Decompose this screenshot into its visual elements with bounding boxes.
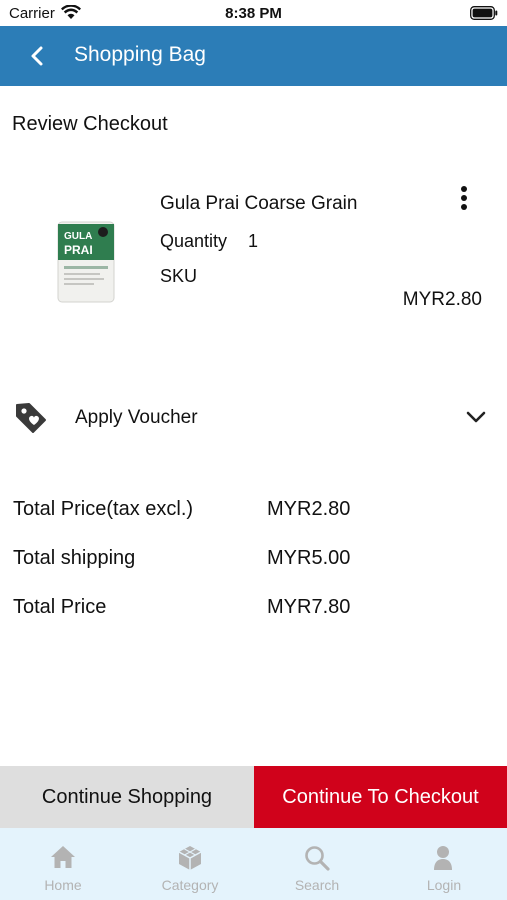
apply-voucher-row[interactable]: Apply Voucher [0,392,507,444]
summary-label: Total Price [13,596,107,618]
tab-category[interactable]: Category [127,828,253,900]
header-bar: Shopping Bag [0,26,507,86]
page-title: Shopping Bag [74,43,206,66]
item-menu-button[interactable] [452,181,476,217]
more-vertical-icon [461,186,467,210]
section-title: Review Checkout [12,113,168,135]
sku-label: SKU [160,266,198,286]
chevron-left-icon [31,46,43,66]
clock: 8:38 PM [225,5,282,22]
summary-value: MYR7.80 [267,596,351,618]
quantity-label: Quantity [160,231,228,251]
tab-label: Home [44,877,82,893]
quantity-value: 1 [248,231,259,251]
product-name[interactable]: Gula Prai Coarse Grain [160,193,357,215]
chevron-down-icon [465,409,487,430]
summary-label: Total Price(tax excl.) [13,498,194,520]
tag-icon [14,401,48,440]
battery-icon [470,6,498,25]
status-bar: Carrier 8:38 PM [0,0,507,26]
checkout-button[interactable]: Continue To Checkout [254,766,507,828]
user-icon [434,846,452,870]
cube-icon [178,846,202,870]
search-icon [305,846,330,871]
summary-value: MYR5.00 [267,547,351,569]
tab-label: Category [161,877,219,893]
package-text-gula: GULA [64,231,92,242]
tab-bar: Home Category Search Login [0,828,507,900]
summary-value: MYR2.80 [267,498,351,520]
tab-label: Search [294,877,340,893]
package-text-prai: PRAI [64,243,93,257]
tab-label: Login [426,877,462,893]
tab-search[interactable]: Search [254,828,380,900]
continue-shopping-button[interactable]: Continue Shopping [0,766,254,828]
voucher-label: Apply Voucher [75,407,198,428]
product-image: GULA PRAI [55,220,117,304]
back-button[interactable] [22,40,56,72]
product-price: MYR2.80 [402,289,482,310]
tab-login[interactable]: Login [381,828,507,900]
tab-home[interactable]: Home [0,828,126,900]
summary-label: Total shipping [13,547,136,569]
home-icon [51,846,75,868]
